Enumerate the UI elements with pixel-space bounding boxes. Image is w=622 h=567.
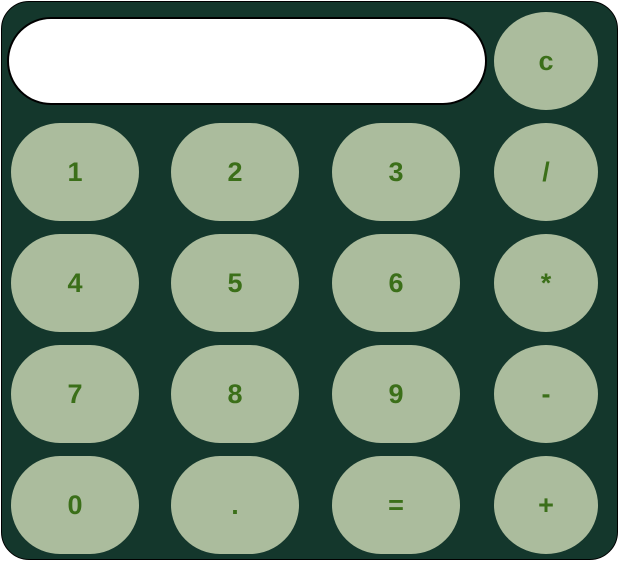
digit-2-button[interactable]: 2 — [171, 123, 299, 221]
digit-5-button[interactable]: 5 — [171, 234, 299, 332]
digit-3-button[interactable]: 3 — [332, 123, 460, 221]
subtract-button[interactable]: - — [494, 345, 598, 443]
multiply-button[interactable]: * — [494, 234, 598, 332]
clear-button[interactable]: c — [494, 12, 598, 110]
digit-0-button[interactable]: 0 — [11, 456, 139, 554]
divide-button[interactable]: / — [494, 123, 598, 221]
equals-button[interactable]: = — [332, 456, 460, 554]
calculator-display[interactable] — [7, 17, 487, 105]
calculator: c 1 2 3 / 4 5 6 * 7 8 9 - 0 . = + — [1, 1, 618, 560]
digit-7-button[interactable]: 7 — [11, 345, 139, 443]
decimal-point-button[interactable]: . — [171, 456, 299, 554]
digit-4-button[interactable]: 4 — [11, 234, 139, 332]
digit-6-button[interactable]: 6 — [332, 234, 460, 332]
digit-9-button[interactable]: 9 — [332, 345, 460, 443]
digit-8-button[interactable]: 8 — [171, 345, 299, 443]
add-button[interactable]: + — [494, 456, 598, 554]
digit-1-button[interactable]: 1 — [11, 123, 139, 221]
